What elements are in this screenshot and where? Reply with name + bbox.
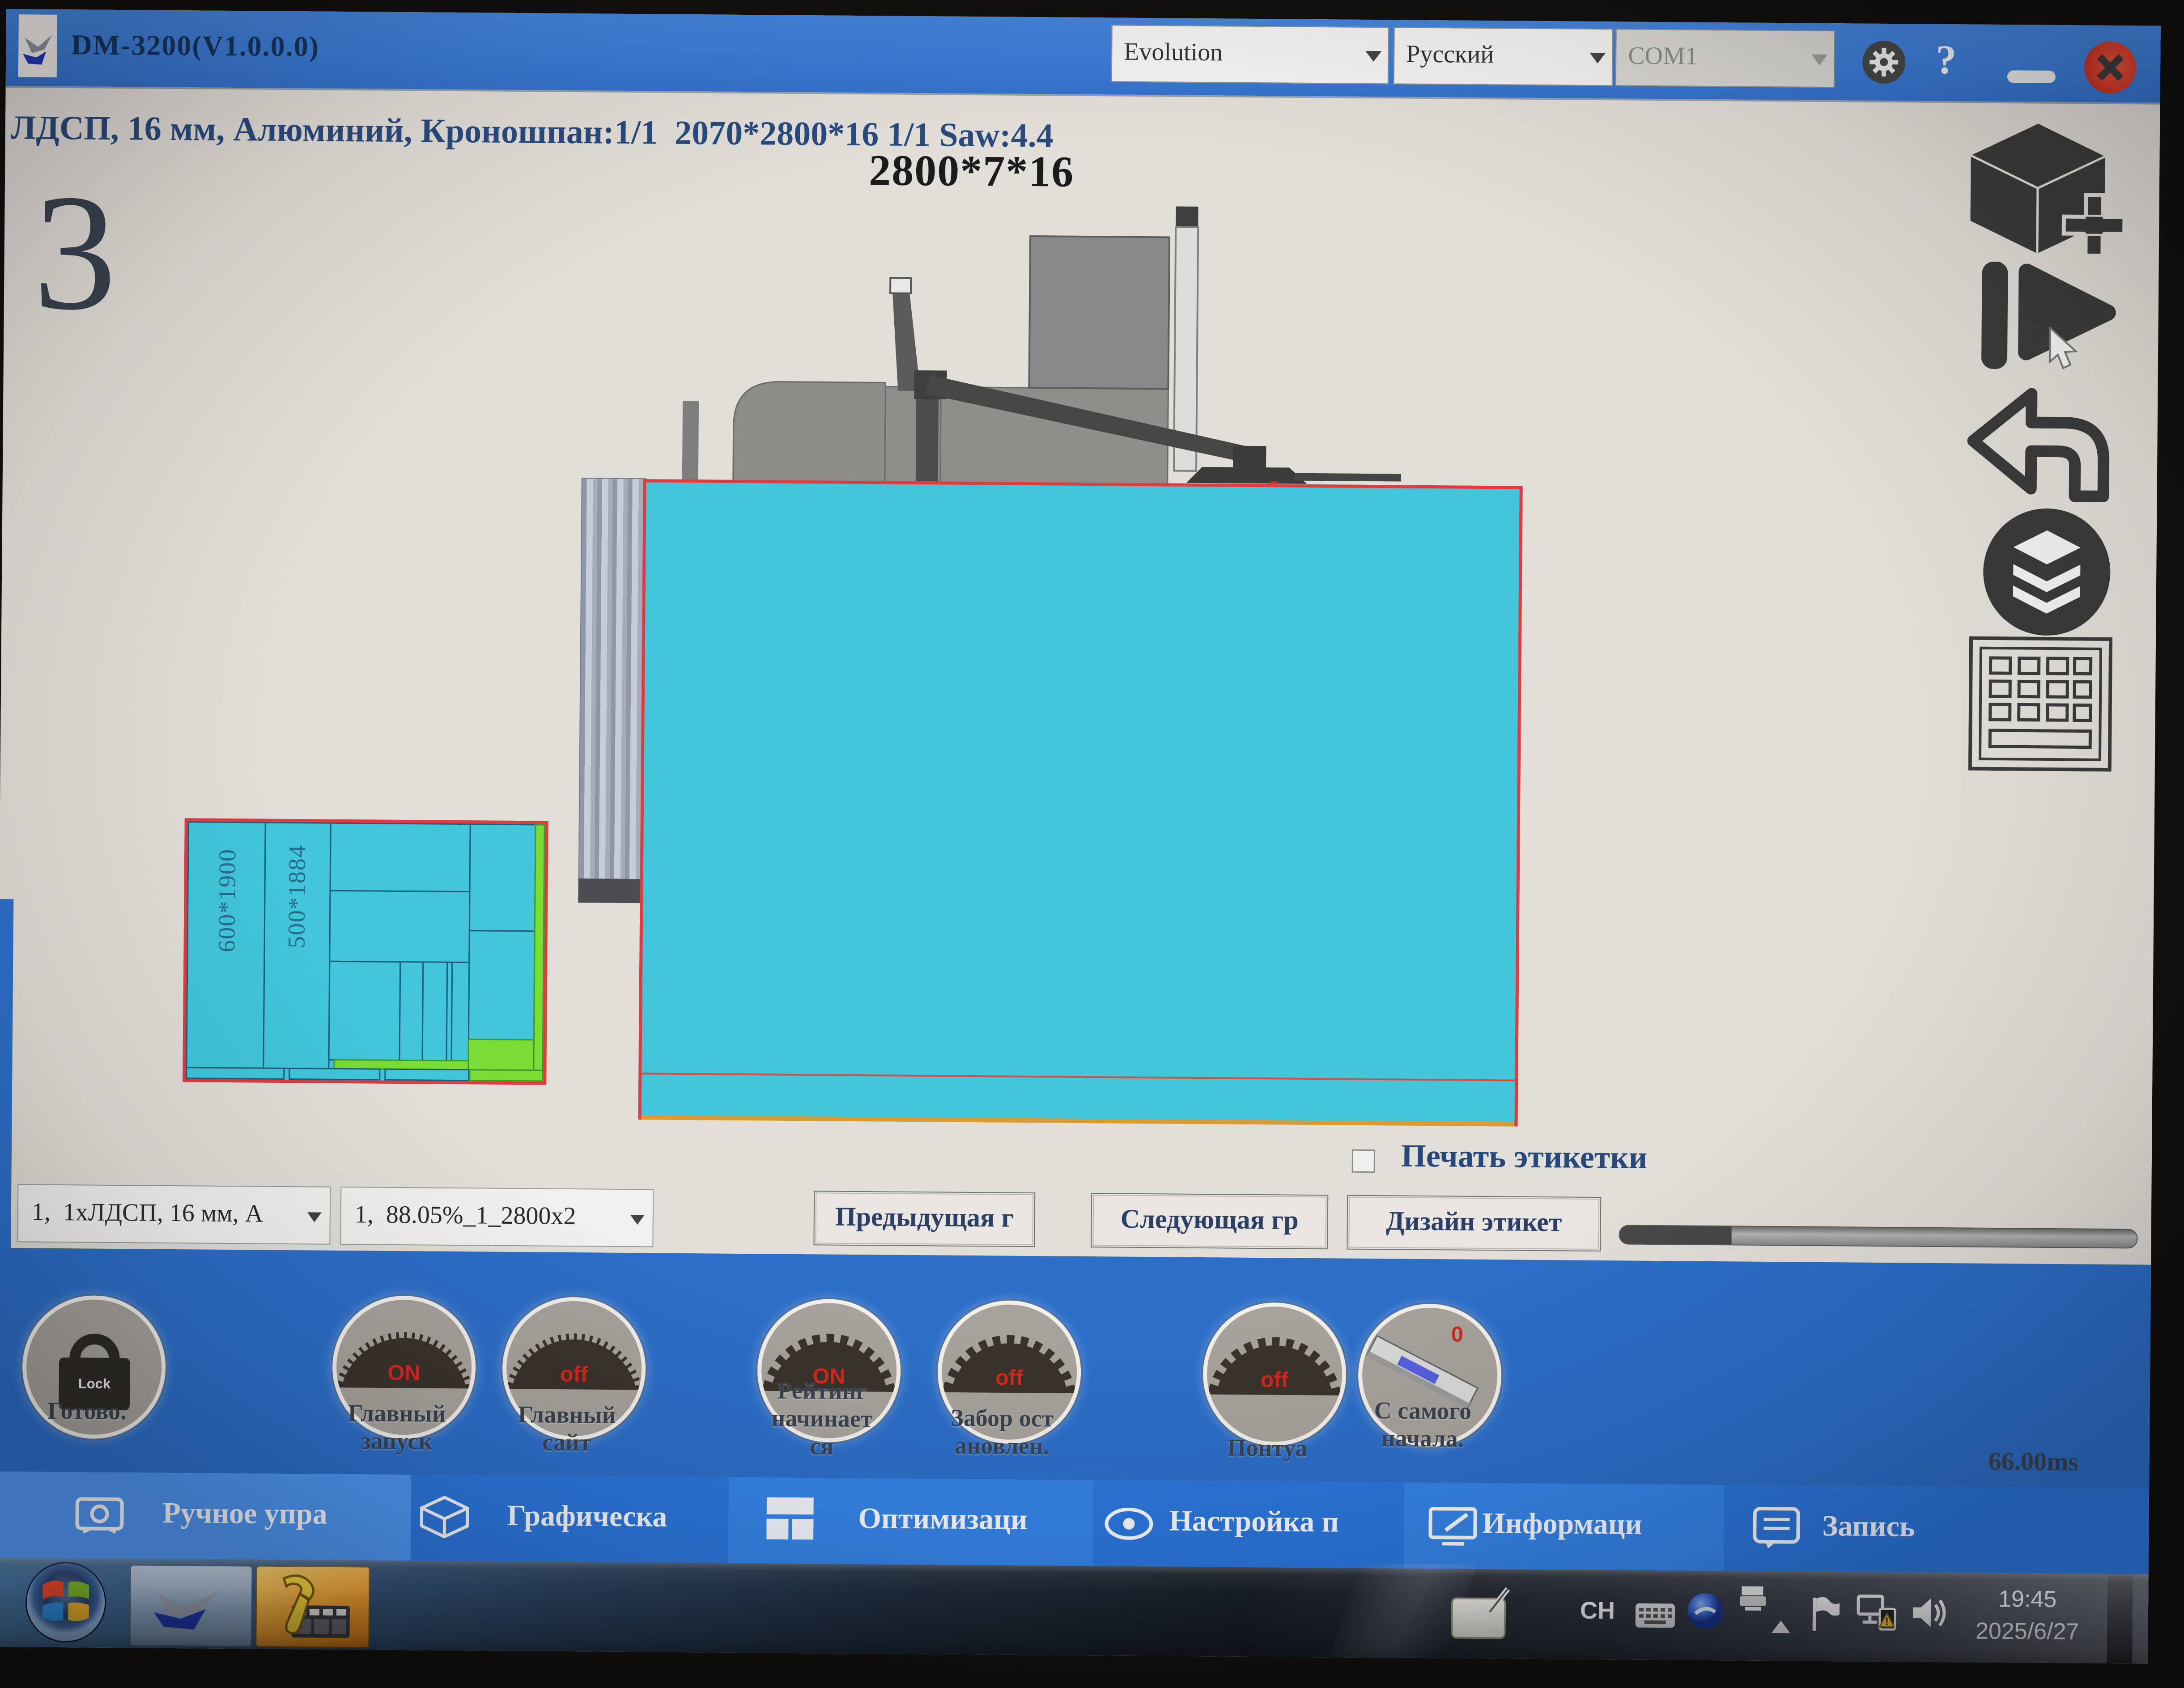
svg-text:Lock: Lock (78, 1376, 111, 1392)
svg-text:off: off (560, 1362, 588, 1386)
svg-text:off: off (995, 1366, 1024, 1390)
svg-text:!: ! (1885, 1616, 1889, 1628)
svg-text:0: 0 (1451, 1322, 1463, 1346)
svg-text:ON: ON (387, 1361, 420, 1385)
svg-text:off: off (1261, 1368, 1289, 1392)
